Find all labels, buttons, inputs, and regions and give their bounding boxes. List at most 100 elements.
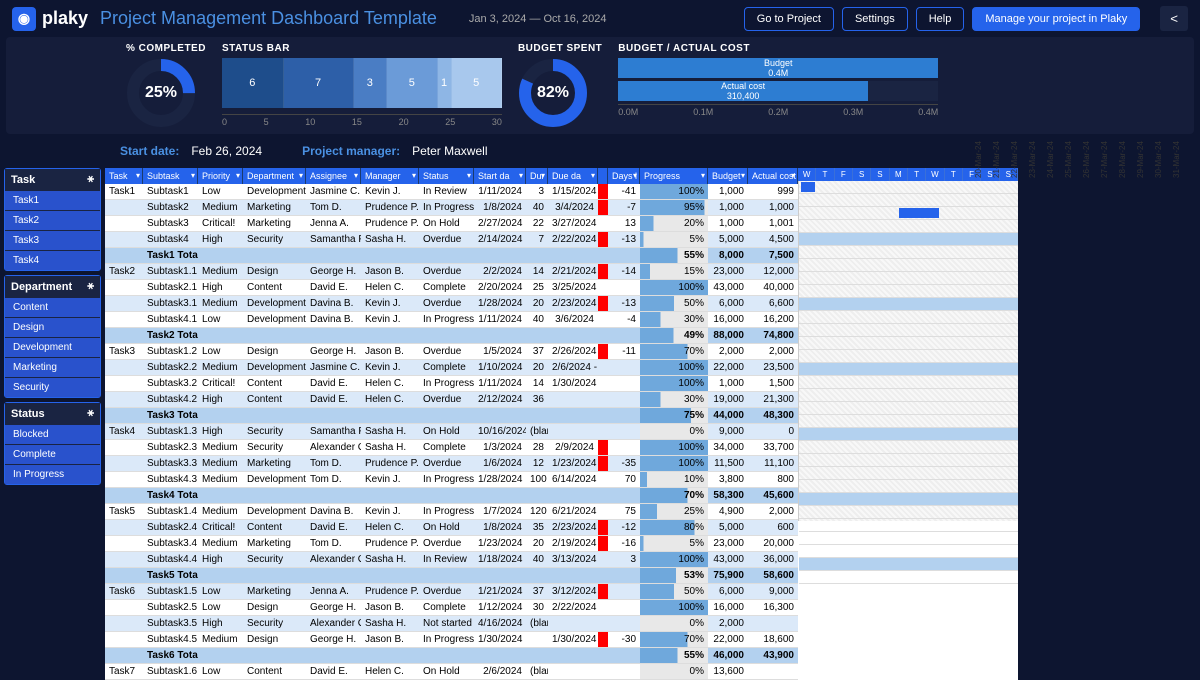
task-cell [105,232,143,248]
gantt-row [799,519,1018,532]
task-cell [105,648,143,664]
column-header[interactable] [598,168,608,184]
assignee-cell [306,248,361,264]
column-header[interactable]: Assignee▾ [306,168,361,184]
subtask-cell: Subtask4.3 [143,472,198,488]
settings-button[interactable]: Settings [842,7,908,31]
assignee-cell: George H. [306,264,361,280]
filter-item[interactable]: In Progress [5,464,100,484]
column-header[interactable]: Priority▾ [198,168,243,184]
duration-cell [526,328,548,344]
task-cell: Task5 [105,504,143,520]
subtask-cell: Subtask1 [143,184,198,200]
filter-item[interactable]: Security [5,377,100,397]
collapse-button[interactable]: < [1160,6,1188,31]
subtask-cell: Subtask2 [143,200,198,216]
subtask-cell: Subtask4.5 [143,632,198,648]
filter-item[interactable]: Blocked [5,424,100,444]
filter-item[interactable]: Task1 [5,190,100,210]
daysleft-cell [608,376,640,392]
budget-widget: BUDGET SPENT 82% [518,43,602,128]
brand-text: plaky [42,8,88,29]
daysleft-cell [608,600,640,616]
column-header[interactable]: Budget▾ [708,168,748,184]
gantt-row [799,402,1018,415]
help-button[interactable]: Help [916,7,965,31]
filter-item[interactable]: Development [5,337,100,357]
gantt-row [799,350,1018,363]
column-header[interactable]: Status▾ [419,168,474,184]
filter-item[interactable]: Content [5,297,100,317]
progress-cell: 100% [640,552,708,568]
filter-item[interactable]: Marketing [5,357,100,377]
progress-cell: 50% [640,296,708,312]
duration-cell: 20 [526,360,548,376]
duration-cell: 37 [526,584,548,600]
duedate-cell [548,568,598,584]
filter-group-department[interactable]: Department⚹ [5,276,100,297]
column-header[interactable]: Days l▾ [608,168,640,184]
progress-cell: 10% [640,472,708,488]
budget-cell: 75,900 [708,568,748,584]
completed-widget: % COMPLETED 25% [126,43,206,128]
startdate-cell: 1/5/2024 [474,344,526,360]
progress-cell: 30% [640,392,708,408]
dept-cell: Design [243,344,306,360]
subtask-cell: Subtask1.1 [143,264,198,280]
status-cell: In Progress [419,200,474,216]
column-header[interactable]: Task▾ [105,168,143,184]
startdate-cell: 1/21/2024 [474,584,526,600]
filter-item[interactable]: Task4 [5,250,100,270]
budget-cell: 11,500 [708,456,748,472]
gantt-row [799,272,1018,285]
progress-cell: 100% [640,600,708,616]
column-header[interactable]: Actual cost▾ [748,168,798,184]
progress-cell: 0% [640,616,708,632]
progress-cell: 30% [640,312,708,328]
goto-project-button[interactable]: Go to Project [744,7,834,31]
filter-group-task[interactable]: Task⚹ [5,169,100,190]
progress-cell: 100% [640,376,708,392]
gantt-row [799,246,1018,259]
manager-cell: Kevin J. [361,472,419,488]
column-header[interactable]: Progress▾ [640,168,708,184]
task-cell [105,248,143,264]
late-indicator [598,376,608,392]
column-header[interactable]: Department▾ [243,168,306,184]
budget-value: 82% [537,84,569,102]
actualcost-cell: 12,000 [748,264,798,280]
actualcost-cell: 600 [748,520,798,536]
gantt-row [799,220,1018,233]
task-cell [105,456,143,472]
budget-cell: 34,000 [708,440,748,456]
filter-group-status[interactable]: Status⚹ [5,403,100,424]
manage-button[interactable]: Manage your project in Plaky [972,7,1140,31]
column-header[interactable]: Dur▾ [526,168,548,184]
late-indicator [598,440,608,456]
filter-item[interactable]: Task2 [5,210,100,230]
startdate-cell: 1/12/2024 [474,600,526,616]
filter-item[interactable]: Complete [5,444,100,464]
gantt-row [799,467,1018,480]
status-cell: Overdue [419,392,474,408]
late-indicator [598,536,608,552]
filter-item[interactable]: Task3 [5,230,100,250]
column-header[interactable]: Start da▾ [474,168,526,184]
daysleft-cell: -4 [608,312,640,328]
late-indicator [598,632,608,648]
column-header[interactable]: Due da▾ [548,168,598,184]
actualcost-cell: 21,300 [748,392,798,408]
gantt-row [799,545,1018,558]
progress-cell: 80% [640,520,708,536]
daysleft-cell: -30 [608,632,640,648]
status-cell: Overdue [419,264,474,280]
budget-cell: 5,000 [708,520,748,536]
priority-cell [198,408,243,424]
progress-cell: 95% [640,200,708,216]
filter-item[interactable]: Design [5,317,100,337]
completed-donut: 25% [126,58,196,128]
column-header[interactable]: Manager▾ [361,168,419,184]
subtask-cell: Subtask3.4 [143,536,198,552]
duration-cell: 120 [526,504,548,520]
column-header[interactable]: Subtask▾ [143,168,198,184]
